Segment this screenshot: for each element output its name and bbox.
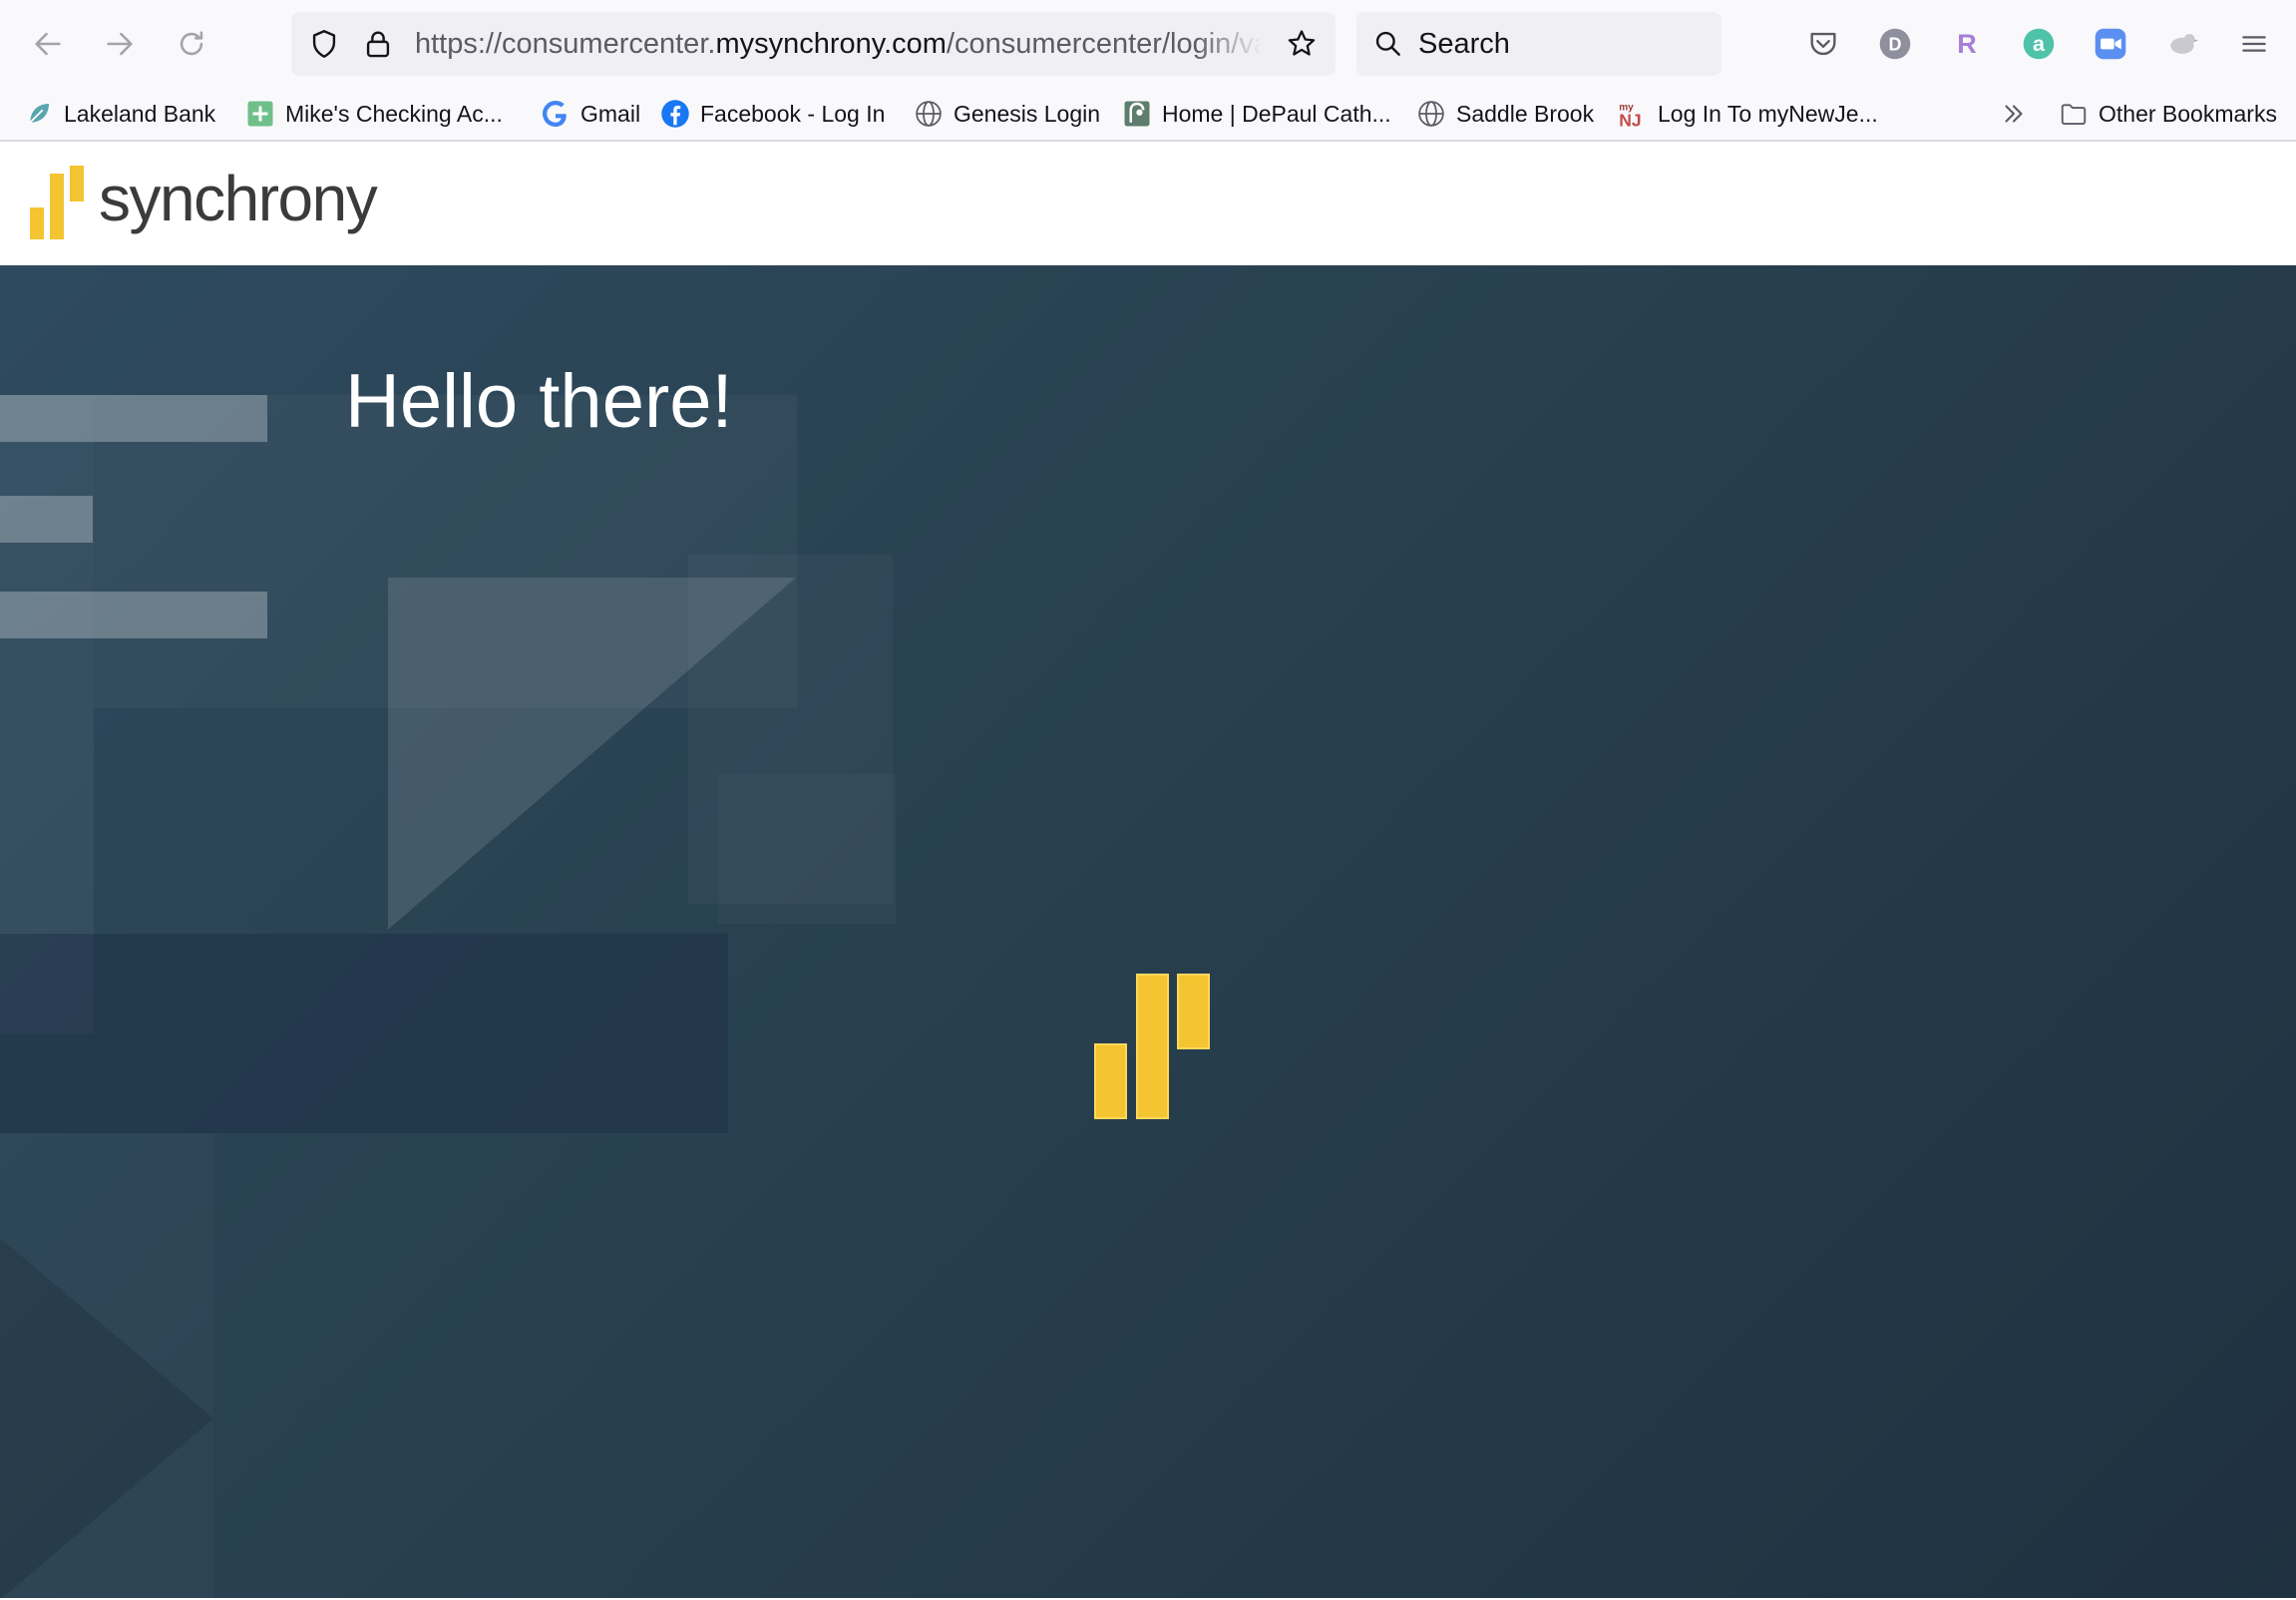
hero-greeting-title: Hello there!: [345, 359, 733, 444]
lakeland-bank-icon: [29, 104, 49, 124]
globe-icon: [1418, 101, 1444, 127]
bookmark-label: Mike's Checking Ac...: [285, 100, 503, 127]
back-button[interactable]: [26, 22, 70, 66]
hero-section: Hello there!: [0, 265, 2296, 1600]
extension-r-icon: R: [1957, 29, 1977, 59]
bookmark-label: Lakeland Bank: [64, 100, 216, 127]
synchrony-wordmark[interactable]: synchrony: [99, 162, 378, 235]
bookmark-label: Gmail: [580, 100, 641, 127]
bookmark-label: Other Bookmarks: [2099, 100, 2277, 127]
pocket-button[interactable]: [1803, 24, 1843, 64]
tracking-shield-icon[interactable]: [307, 27, 341, 61]
mynj-icon: myNJ: [1619, 102, 1641, 130]
svg-text:NJ: NJ: [1619, 111, 1641, 130]
forward-arrow-icon: [107, 32, 133, 56]
bookmark-saddle-brook[interactable]: Saddle Brook: [1416, 96, 1594, 132]
extension-a-button[interactable]: a: [2019, 24, 2059, 64]
profile-d-button[interactable]: D: [1875, 24, 1915, 64]
extension-a-icon: a: [2023, 28, 2055, 60]
bookmark-label: Genesis Login: [954, 100, 1101, 127]
extension-bird-button[interactable]: [2162, 24, 2202, 64]
bookmark-label: Saddle Brook: [1456, 100, 1595, 127]
google-g-icon: [543, 101, 567, 127]
forward-button[interactable]: [98, 22, 142, 66]
svg-text:R: R: [1957, 29, 1977, 59]
bookmark-label: Facebook - Log In: [700, 100, 886, 127]
bookmark-mynewjersey[interactable]: my NJ Log In To myNewJe...: [1618, 96, 1878, 132]
pocket-icon: [1810, 32, 1836, 56]
bookmark-genesis-login[interactable]: Genesis Login: [914, 96, 1100, 132]
depaul-icon: [1124, 101, 1150, 127]
plus-square-icon: [247, 101, 273, 127]
back-arrow-icon: [35, 32, 61, 56]
folder-icon: [2061, 104, 2087, 125]
facebook-icon: [661, 100, 689, 128]
bookmark-label: Home | DePaul Cath...: [1162, 100, 1391, 127]
other-bookmarks-button[interactable]: Other Bookmarks: [2059, 96, 2277, 132]
address-bar[interactable]: https://consumercenter.mysynchrony.com/c…: [291, 12, 1336, 76]
extension-r-button[interactable]: R: [1947, 24, 1987, 64]
loading-spinner-logo-icon: [1094, 974, 1210, 1119]
bookmark-lakeland-bank[interactable]: Lakeland Bank: [24, 96, 215, 132]
search-bar[interactable]: Search: [1356, 12, 1722, 76]
bookmarks-toolbar: Lakeland Bank Mike's Checking Ac... Gmai…: [0, 88, 2296, 142]
globe-icon: [916, 101, 942, 127]
bookmark-gmail[interactable]: Gmail: [541, 96, 640, 132]
site-header: synchrony: [0, 142, 2296, 265]
hero-background-shapes: [0, 395, 796, 1600]
bookmark-depaul[interactable]: Home | DePaul Cath...: [1122, 96, 1391, 132]
extension-bird-icon: [2170, 34, 2199, 54]
browser-toolbar: https://consumercenter.mysynchrony.com/c…: [0, 0, 2296, 88]
url-text[interactable]: https://consumercenter.mysynchrony.com/c…: [415, 26, 1263, 62]
lock-icon[interactable]: [361, 27, 395, 61]
bookmark-star-icon[interactable]: [1285, 27, 1319, 61]
reload-button[interactable]: [170, 22, 213, 66]
bookmark-label: Log In To myNewJe...: [1658, 100, 1878, 127]
profile-d-icon: D: [1879, 28, 1911, 60]
zoom-icon: [2095, 28, 2126, 60]
bookmark-facebook[interactable]: Facebook - Log In: [660, 96, 885, 132]
bookmarks-overflow-button[interactable]: [1999, 96, 2029, 132]
svg-text:a: a: [2033, 31, 2046, 56]
search-placeholder: Search: [1418, 28, 1510, 60]
double-chevron-right-icon: [2005, 105, 2023, 123]
menu-button[interactable]: [2234, 24, 2274, 64]
reload-icon: [180, 31, 203, 56]
bookmark-mikes-checking[interactable]: Mike's Checking Ac...: [245, 96, 503, 132]
zoom-button[interactable]: [2091, 24, 2130, 64]
svg-text:D: D: [1889, 34, 1902, 54]
search-icon: [1375, 31, 1400, 56]
synchrony-logo-icon[interactable]: [30, 166, 88, 239]
hamburger-menu-icon: [2242, 36, 2266, 52]
